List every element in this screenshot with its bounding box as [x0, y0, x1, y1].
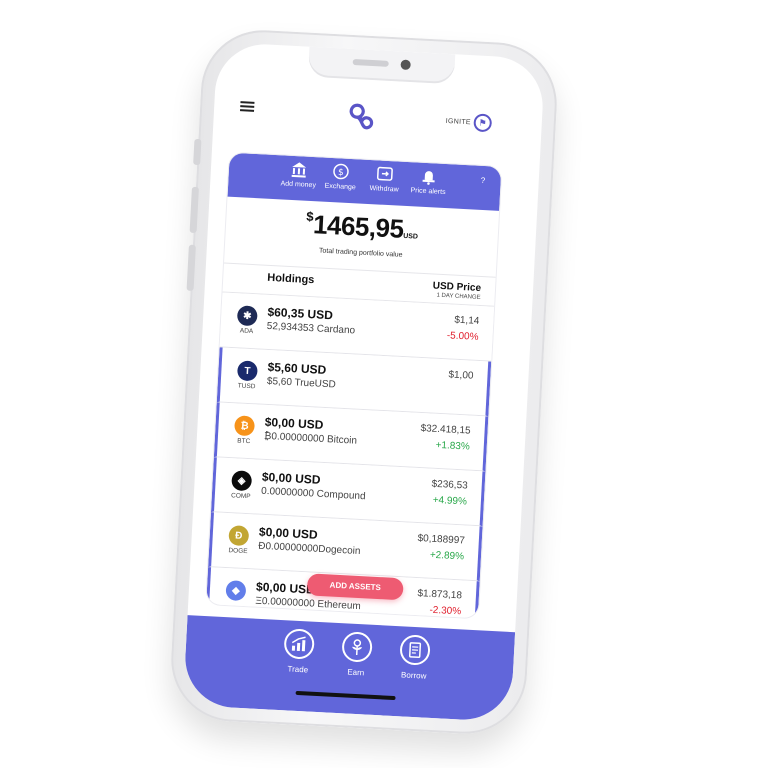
holdings-title: Holdings — [267, 271, 315, 287]
add-money-button[interactable]: Add money — [278, 159, 319, 189]
bitcoin-icon: ₿ — [234, 415, 256, 437]
portfolio-currency: USD — [402, 232, 419, 241]
camera-icon — [400, 59, 411, 71]
holding-amount: Ɖ0.00000000Dogecoin — [257, 540, 361, 558]
cardano-icon: ✱ — [236, 305, 258, 327]
holding-change: +2.89% — [429, 549, 465, 563]
holding-price: $1,00 — [448, 369, 474, 382]
holding-amount: 52,934353 Cardano — [266, 320, 356, 337]
ethereum-icon: ◆ — [225, 580, 247, 602]
svg-text:$: $ — [338, 168, 344, 178]
holding-symbol: BTC — [237, 437, 251, 446]
holding-value: $0,00 USD — [258, 524, 319, 542]
holding-change: -5.00% — [446, 330, 479, 343]
action-label: Price alerts — [410, 187, 446, 197]
earn-plant-icon — [341, 631, 373, 663]
action-label: Add money — [280, 180, 317, 190]
phone-frame: IGNITE ⚑ Add money $ Exchange Withdraw P… — [168, 27, 560, 737]
exchange-icon: $ — [333, 163, 349, 180]
stage: IGNITE ⚑ Add money $ Exchange Withdraw P… — [0, 0, 768, 768]
speaker — [352, 58, 389, 67]
side-button — [189, 186, 199, 234]
holding-value: $0,00 USD — [264, 414, 324, 432]
holdings-list: ✱ ADA $60,35 USD 52,934353 Cardano $1,14… — [206, 292, 495, 619]
holding-value: $5,60 USD — [267, 359, 327, 377]
action-label: Withdraw — [369, 185, 399, 194]
ignite-label: IGNITE — [445, 117, 472, 127]
holding-symbol: TUSD — [237, 382, 256, 391]
nav-trade[interactable]: Trade — [273, 628, 325, 676]
nav-label: Borrow — [400, 670, 427, 681]
holding-price: $1,14 — [454, 314, 480, 327]
day-change-subtitle: 1 DAY CHANGE — [436, 292, 481, 301]
nav-label: Earn — [347, 667, 365, 678]
bank-icon — [291, 162, 307, 178]
holding-change: -2.30% — [429, 604, 462, 618]
help-button[interactable]: ? — [480, 176, 485, 185]
holding-value: $0,00 USD — [255, 579, 316, 597]
trueusd-icon: T — [236, 360, 258, 382]
side-button — [193, 138, 202, 166]
ignite-badge-icon[interactable]: ⚑ — [473, 113, 493, 133]
portfolio-total: $1465,95USD — [225, 205, 498, 250]
notch — [307, 46, 456, 85]
action-bar: Add money $ Exchange Withdraw Price aler… — [227, 152, 502, 211]
home-indicator[interactable] — [295, 690, 396, 701]
holding-price: $0,188997 — [417, 533, 466, 547]
exchange-button[interactable]: $ Exchange — [320, 161, 361, 191]
holding-value: $60,35 USD — [267, 304, 334, 323]
withdraw-icon — [376, 166, 393, 181]
withdraw-button[interactable]: Withdraw — [364, 164, 405, 194]
holding-price: $236,53 — [431, 478, 468, 492]
nav-label: Trade — [287, 664, 309, 675]
portfolio-card: Add money $ Exchange Withdraw Price aler… — [206, 152, 502, 619]
holding-price: $1.873,18 — [417, 588, 463, 602]
bottom-nav: Trade Earn Borrow — [182, 615, 516, 723]
holding-symbol: DOGE — [228, 547, 248, 556]
side-button — [186, 244, 196, 291]
holding-change: +4.99% — [432, 494, 468, 508]
nav-borrow[interactable]: Borrow — [389, 634, 441, 682]
holding-symbol: COMP — [230, 492, 251, 501]
portfolio-amount: 1465,95 — [312, 209, 405, 244]
price-alerts-button[interactable]: Price alerts — [406, 166, 451, 196]
dogecoin-icon: Ð — [228, 525, 250, 547]
holding-symbol: ADA — [239, 327, 254, 336]
borrow-document-icon — [399, 634, 431, 666]
compound-icon: ◈ — [231, 470, 253, 492]
holding-value: $0,00 USD — [261, 469, 321, 487]
holding-amount: Ξ0.00000000 Ethereum — [255, 595, 361, 613]
infinity-logo-icon — [349, 103, 374, 130]
holding-change: +1.83% — [435, 439, 471, 453]
bell-icon — [422, 171, 435, 185]
trade-chart-icon — [283, 628, 315, 660]
phone-screen: IGNITE ⚑ Add money $ Exchange Withdraw P… — [182, 41, 546, 723]
holding-amount: 0.00000000 Compound — [260, 485, 366, 503]
action-label: Exchange — [324, 182, 356, 192]
hamburger-menu-icon[interactable] — [240, 101, 255, 112]
holding-price: $32.418,15 — [420, 423, 471, 437]
nav-earn[interactable]: Earn — [331, 631, 383, 679]
holding-amount: ₿0.00000000 Bitcoin — [263, 430, 358, 447]
holding-amount: $5,60 TrueUSD — [266, 375, 337, 391]
